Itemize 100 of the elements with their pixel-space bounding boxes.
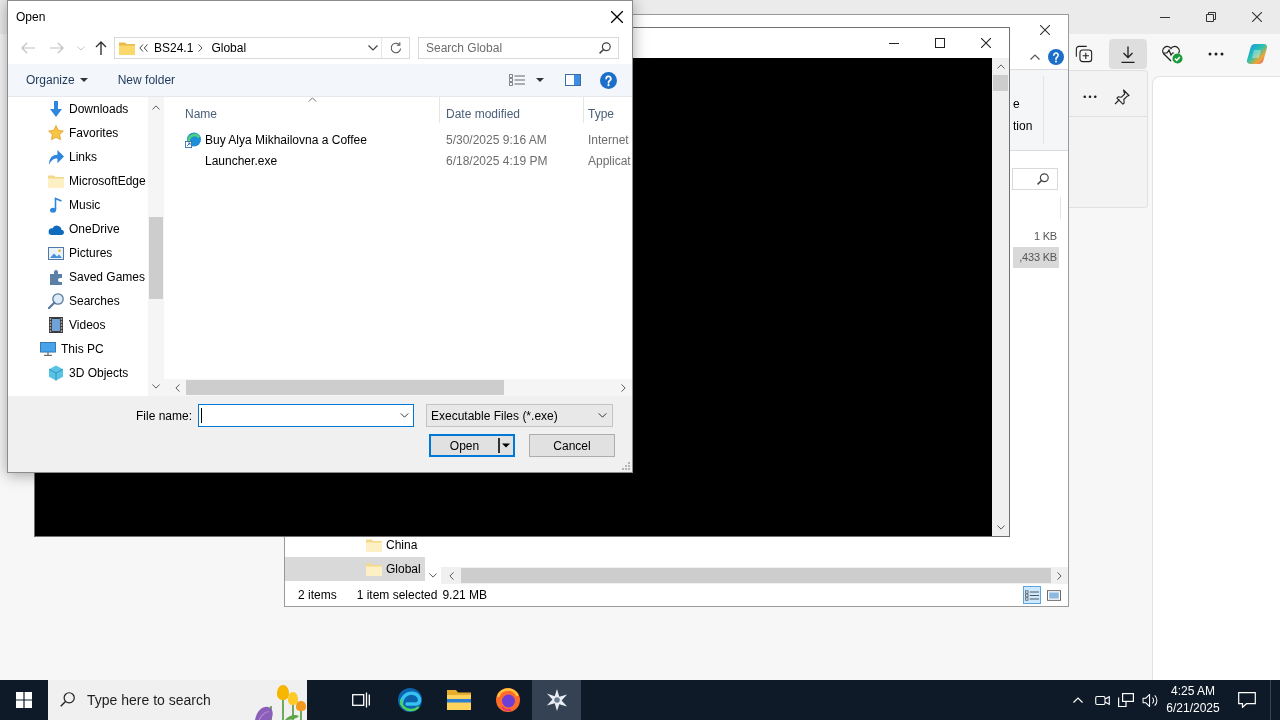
nav-pane-item[interactable]: Downloads [8,97,148,121]
chevron-right-icon [1057,571,1062,580]
dialog-title: Open [15,8,46,26]
nav-pane-item[interactable]: Favorites [8,121,148,145]
nav-pane-item[interactable]: MicrosoftEdge [8,169,148,193]
file-name-label: File name: [134,407,192,425]
type-cell-text: Internet [587,131,629,149]
breadcrumb-item[interactable]: Global [210,38,248,58]
horizontal-scrollbar[interactable] [441,567,1068,584]
clock-date[interactable]: 6/21/2025 [1166,700,1220,717]
address-bar[interactable]: BS24.1 Global [114,37,410,59]
chevron-up-icon [1073,697,1083,703]
network-icon [1118,693,1134,707]
close-icon [1040,25,1050,35]
date-modified-cell-text: 6/18/2025 4:19 PM [445,152,549,170]
taskbar-search-box[interactable]: Type here to search [48,680,307,720]
edge-logo-icon [397,688,422,712]
chevron-down-icon [429,573,437,578]
chevron-up-icon [152,104,160,110]
folder-icon [48,174,64,188]
text-cursor [201,408,202,423]
folder-icon [366,538,382,552]
film-strip-icon [49,317,63,333]
monitor-icon [40,342,56,356]
folder-icon [119,41,135,55]
details-view-button[interactable] [1023,586,1041,604]
heart-pulse-check-icon [1161,44,1183,64]
chevron-down-icon [368,45,378,51]
close-icon [1252,12,1262,22]
globe-shortcut-icon [185,131,201,148]
more-dots-icon [1083,94,1097,99]
scrollbar-thumb[interactable] [186,380,504,395]
chevron-right-icon [620,383,626,392]
column-header[interactable]: Name [164,97,439,123]
type-cell-text: Applicat [587,152,631,170]
breadcrumb-item[interactable]: BS24.1 [153,38,195,58]
chevron-down-icon [598,413,607,418]
new-folder-button[interactable]: New folder [110,68,183,92]
arrow-up-icon [95,41,107,55]
pin-icon [1114,88,1130,105]
picture-icon [48,246,64,260]
chevron-up-icon [1030,54,1040,60]
downloads-button[interactable] [1109,39,1147,69]
collapse-ribbon-button[interactable] [1030,52,1040,62]
task-view-icon [351,692,370,708]
nav-pane-item[interactable]: Saved Games [8,265,148,289]
scrollbar-thumb[interactable] [461,568,1051,583]
caret-down-icon [502,443,510,448]
windows-logo-icon [16,692,32,708]
nav-item[interactable]: Global [285,557,425,581]
column-header[interactable]: Date modified [439,97,583,123]
caret-down-icon [536,78,544,82]
nav-pane-item[interactable]: Links [8,145,148,169]
file-name-field[interactable] [198,404,414,427]
column-header[interactable]: Type [583,97,632,123]
nav-pane-item[interactable]: Videos [8,313,148,337]
scrollbar-thumb[interactable] [149,217,163,299]
preview-pane-icon [565,74,581,86]
copilot-logo-icon [1246,44,1268,64]
minimize-icon [889,42,899,44]
organize-button[interactable]: Organize [19,68,95,92]
file-name-cell[interactable]: Launcher.exe [164,150,439,171]
nav-pane-item[interactable]: OneDrive [8,217,148,241]
music-note-icon [50,197,62,213]
refresh-icon [389,42,402,54]
vertical-scrollbar[interactable] [992,58,1009,536]
help-button[interactable] [1048,49,1064,65]
split-button[interactable]: Open [429,434,515,457]
resize-grip-icon [621,461,630,470]
vertical-scrollbar[interactable] [148,97,164,396]
minimize-icon [1160,16,1170,18]
close-icon [611,10,623,23]
nav-pane-item[interactable]: This PC [8,337,148,361]
scrollbar-thumb[interactable] [993,75,1008,91]
chevrons-left-icon [139,44,148,52]
horizontal-scrollbar[interactable] [164,379,632,396]
more-dots-icon [1208,52,1224,56]
nav-pane-item[interactable]: Pictures [8,241,148,265]
file-type-dropdown[interactable]: Executable Files (*.exe) [426,404,613,427]
app-taskbar-button[interactable] [532,680,581,720]
search-icon [1037,173,1049,185]
details-list-icon [1025,589,1039,601]
magnifier-icon [48,293,64,309]
nav-pane-item[interactable]: Searches [8,289,148,313]
search-icon [60,692,75,707]
arrow-right-icon [50,42,64,54]
search-field[interactable]: Search Global [418,37,619,59]
chevron-down-icon [152,383,160,389]
ribbon-button-label: tion [1013,118,1033,135]
nav-pane-item[interactable]: 3D Objects [8,361,148,385]
pin-button[interactable] [1112,86,1132,107]
help-icon [600,71,617,89]
nav-pane-item[interactable]: Music [8,193,148,217]
search-field[interactable] [1012,168,1058,190]
clock-time[interactable]: 4:25 AM [1171,683,1215,700]
file-name-cell[interactable]: Buy Alya Mikhailovna a Coffee [164,129,439,150]
chevron-right-icon [198,44,204,52]
puzzle-piece-icon [48,269,64,285]
camera-icon [1094,693,1110,707]
dialog-button[interactable]: Cancel [529,434,615,457]
